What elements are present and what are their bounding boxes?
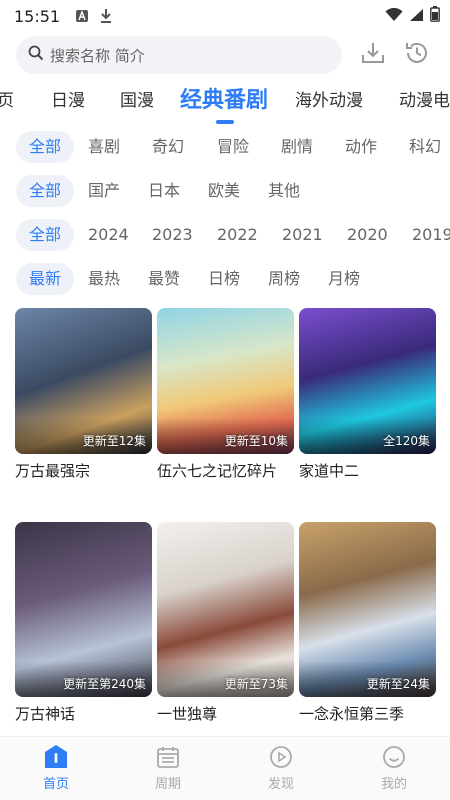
show-poster[interactable]: 更新至第240集 [15, 522, 152, 697]
sort-filter-row: 最新 最热 最赞 日榜 周榜 月榜 [0, 263, 450, 299]
genre-filter-row: 全部 喜剧 奇幻 冒险 剧情 动作 科幻 [0, 131, 450, 167]
wifi-icon [385, 7, 403, 26]
active-tab-indicator [216, 120, 234, 124]
sort-chip[interactable]: 最新 [16, 263, 74, 295]
download-notification-icon [98, 8, 114, 24]
genre-chip[interactable]: 喜剧 [88, 131, 120, 163]
sort-chip[interactable]: 月榜 [328, 263, 360, 295]
nav-home-label: 首页 [42, 777, 69, 792]
show-title: 家道中二 [299, 462, 360, 480]
nav-profile[interactable]: 我的 [359, 743, 429, 792]
bottom-nav: 首页 周期 发现 我的 [0, 736, 450, 800]
show-poster[interactable]: 更新至12集 [15, 308, 152, 454]
play-circle-icon [246, 743, 316, 771]
tab-japanese[interactable]: 日漫 [51, 86, 85, 111]
tab-anime-movie[interactable]: 动漫电 [399, 86, 450, 111]
show-title: 万古最强宗 [15, 462, 91, 480]
show-card[interactable]: 更新至73集 一世独尊 [157, 522, 294, 724]
year-filter-row: 全部 2024 2023 2022 2021 2020 2019 [0, 219, 450, 255]
genre-chip[interactable]: 全部 [16, 131, 74, 163]
show-card[interactable]: 更新至24集 一念永恒第三季 [299, 522, 436, 724]
tab-chinese[interactable]: 国漫 [120, 86, 154, 111]
tab-partial-left[interactable]: 页 [0, 86, 14, 111]
year-chip[interactable]: 2024 [88, 219, 129, 251]
year-chip[interactable]: 2021 [282, 219, 323, 251]
show-poster[interactable]: 更新至10集 [157, 308, 294, 454]
year-chip[interactable]: 2023 [152, 219, 193, 251]
sort-chip[interactable]: 最赞 [148, 263, 180, 295]
home-icon [21, 743, 91, 771]
tab-overseas[interactable]: 海外动漫 [295, 86, 363, 111]
nav-schedule-label: 周期 [154, 777, 181, 792]
episode-badge: 更新至24集 [366, 677, 430, 691]
keyboard-notification-icon [74, 8, 90, 24]
year-chip[interactable]: 全部 [16, 219, 74, 251]
nav-discover[interactable]: 发现 [246, 743, 316, 792]
show-card[interactable]: 更新至10集 伍六七之记忆碎片 [157, 308, 294, 481]
episode-badge: 更新至73集 [224, 677, 288, 691]
history-button[interactable] [400, 38, 434, 72]
show-title: 一世独尊 [157, 705, 218, 723]
search-icon [28, 45, 44, 65]
nav-discover-label: 发现 [267, 777, 294, 792]
year-chip[interactable]: 2020 [347, 219, 388, 251]
episode-badge: 更新至第240集 [63, 677, 146, 691]
search-input[interactable]: 搜索名称 简介 [16, 36, 342, 74]
region-chip[interactable]: 其他 [268, 175, 300, 207]
calendar-icon [133, 743, 203, 771]
category-tabs: 页 日漫 国漫 经典番剧 海外动漫 动漫电 [0, 80, 450, 124]
genre-chip[interactable]: 奇幻 [152, 131, 184, 163]
show-card[interactable]: 更新至第240集 万古神话 [15, 522, 152, 724]
episode-badge: 更新至10集 [224, 434, 288, 448]
region-chip[interactable]: 日本 [148, 175, 180, 207]
genre-chip[interactable]: 冒险 [217, 131, 249, 163]
tab-classic[interactable]: 经典番剧 [180, 82, 268, 114]
nav-schedule[interactable]: 周期 [133, 743, 203, 792]
region-chip[interactable]: 国产 [88, 175, 120, 207]
year-chip[interactable]: 2019 [412, 219, 450, 251]
battery-icon [430, 6, 440, 26]
region-chip[interactable]: 欧美 [208, 175, 240, 207]
genre-chip[interactable]: 动作 [345, 131, 377, 163]
nav-profile-label: 我的 [380, 777, 407, 792]
status-time: 15:51 [14, 6, 61, 26]
smile-icon [359, 743, 429, 771]
show-card[interactable]: 全120集 家道中二 [299, 308, 436, 481]
region-chip[interactable]: 全部 [16, 175, 74, 207]
sort-chip[interactable]: 最热 [88, 263, 120, 295]
show-poster[interactable]: 更新至24集 [299, 522, 436, 697]
sort-chip[interactable]: 日榜 [208, 263, 240, 295]
show-title: 万古神话 [15, 705, 76, 723]
search-placeholder: 搜索名称 简介 [50, 46, 145, 65]
genre-chip[interactable]: 剧情 [281, 131, 313, 163]
search-row: 搜索名称 简介 [0, 36, 450, 76]
year-chip[interactable]: 2022 [217, 219, 258, 251]
sort-chip[interactable]: 周榜 [268, 263, 300, 295]
genre-chip[interactable]: 科幻 [409, 131, 441, 163]
signal-icon [409, 7, 424, 26]
download-icon [360, 40, 386, 70]
status-bar: 15:51 [0, 0, 450, 32]
history-icon [403, 39, 431, 71]
download-button[interactable] [356, 38, 390, 72]
show-title: 一念永恒第三季 [299, 705, 405, 723]
show-title: 伍六七之记忆碎片 [157, 462, 278, 480]
region-filter-row: 全部 国产 日本 欧美 其他 [0, 175, 450, 211]
nav-home[interactable]: 首页 [21, 743, 91, 792]
show-poster[interactable]: 全120集 [299, 308, 436, 454]
show-card[interactable]: 更新至12集 万古最强宗 [15, 308, 152, 481]
episode-badge: 更新至12集 [82, 434, 146, 448]
episode-badge: 全120集 [383, 434, 430, 448]
show-poster[interactable]: 更新至73集 [157, 522, 294, 697]
